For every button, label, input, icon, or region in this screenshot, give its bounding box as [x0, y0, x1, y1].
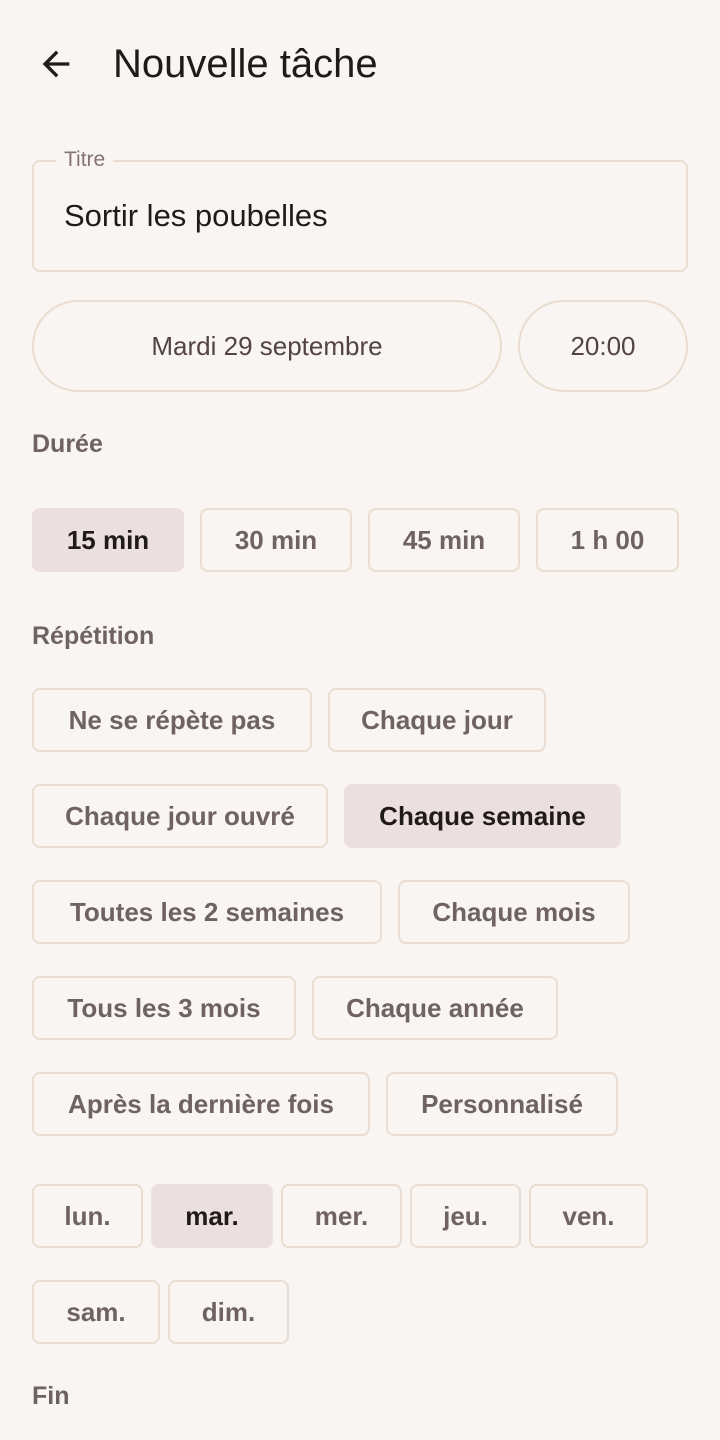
weekday-chip-lun[interactable]: lun.	[32, 1184, 143, 1248]
repeat-chip-monthly[interactable]: Chaque mois	[398, 880, 630, 944]
page-title: Nouvelle tâche	[113, 42, 378, 86]
duration-chip-15-min[interactable]: 15 min	[32, 508, 184, 572]
duration-chip-30-min[interactable]: 30 min	[200, 508, 352, 572]
repeat-chip-weekdays[interactable]: Chaque jour ouvré	[32, 784, 328, 848]
title-field-label: Titre	[56, 146, 114, 174]
repeat-chip-weekly[interactable]: Chaque semaine	[344, 784, 621, 848]
repeat-chip-daily[interactable]: Chaque jour	[328, 688, 546, 752]
duration-chip-1h[interactable]: 1 h 00	[536, 508, 679, 572]
weekday-chip-mer[interactable]: mer.	[281, 1184, 402, 1248]
time-button[interactable]: 20:00	[518, 300, 688, 392]
repeat-chip-yearly[interactable]: Chaque année	[312, 976, 558, 1040]
title-input[interactable]: Sortir les poubelles	[64, 192, 328, 240]
duration-label: Durée	[32, 430, 103, 458]
repeat-chip-after-last[interactable]: Après la dernière fois	[32, 1072, 370, 1136]
weekday-chip-mar[interactable]: mar.	[151, 1184, 273, 1248]
repetition-label: Répétition	[32, 622, 155, 650]
duration-chip-45-min[interactable]: 45 min	[368, 508, 520, 572]
repeat-chip-biweekly[interactable]: Toutes les 2 semaines	[32, 880, 382, 944]
weekday-chip-ven[interactable]: ven.	[529, 1184, 648, 1248]
end-label: Fin	[32, 1382, 70, 1410]
arrow-left-icon	[42, 50, 70, 78]
repeat-chip-quarterly[interactable]: Tous les 3 mois	[32, 976, 296, 1040]
weekday-chip-dim[interactable]: dim.	[168, 1280, 289, 1344]
repeat-chip-custom[interactable]: Personnalisé	[386, 1072, 618, 1136]
repeat-chip-never[interactable]: Ne se répète pas	[32, 688, 312, 752]
back-button[interactable]	[24, 32, 88, 96]
weekday-chip-jeu[interactable]: jeu.	[410, 1184, 521, 1248]
date-button[interactable]: Mardi 29 septembre	[32, 300, 502, 392]
weekday-chip-sam[interactable]: sam.	[32, 1280, 160, 1344]
